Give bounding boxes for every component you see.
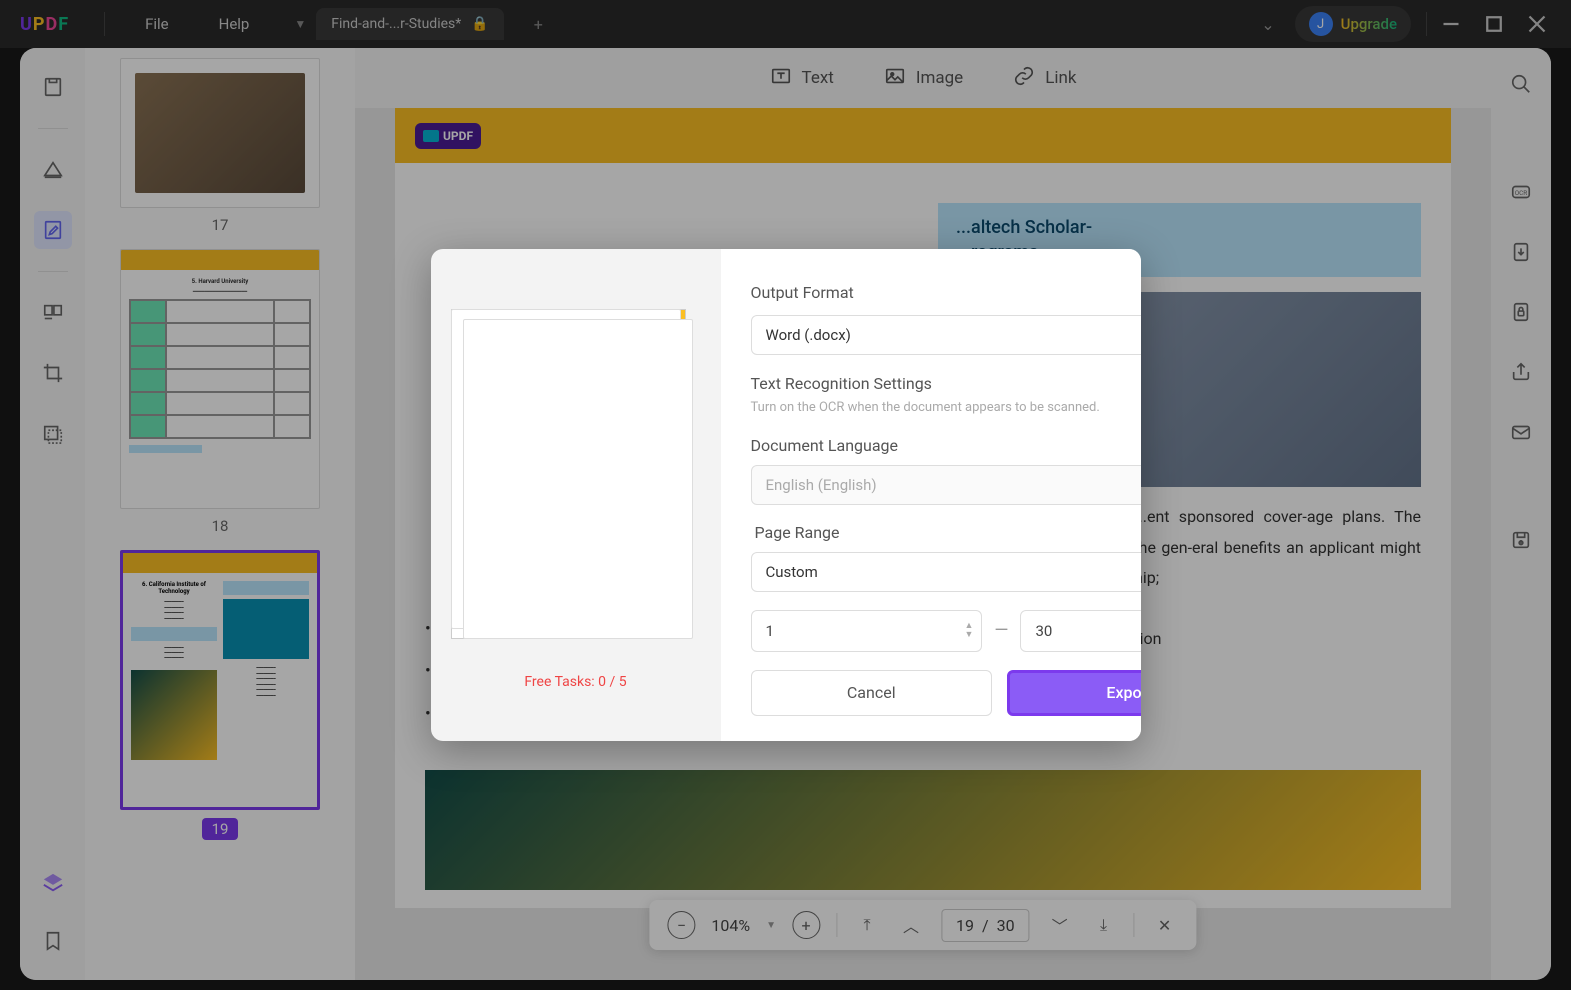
- ocr-label: Text Recognition Settings: [751, 374, 932, 393]
- range-dash: —: [994, 620, 1008, 641]
- range-to-input[interactable]: ▲▼: [1020, 610, 1140, 652]
- export-dialog: UPDF Find and Apply For the Best Institu…: [431, 249, 1141, 740]
- dialog-form: Output Format Word (.docx) ▼ Text Recogn…: [721, 249, 1141, 740]
- export-button[interactable]: Export: [1007, 670, 1141, 716]
- language-label: Document Language: [751, 436, 1141, 455]
- range-to-field[interactable]: [1035, 622, 1140, 640]
- range-from-input[interactable]: ▲▼: [751, 610, 983, 652]
- preview-stack: UPDF Find and Apply For the Best Institu…: [451, 309, 701, 659]
- select-value: Word (.docx): [766, 326, 851, 344]
- language-select[interactable]: English (English) ▼: [751, 465, 1141, 505]
- dialog-preview-panel: UPDF Find and Apply For the Best Institu…: [431, 249, 721, 740]
- modal-overlay: UPDF Find and Apply For the Best Institu…: [0, 0, 1571, 990]
- cancel-button[interactable]: Cancel: [751, 670, 992, 716]
- output-format-select[interactable]: Word (.docx) ▼: [751, 315, 1141, 355]
- select-value: English (English): [766, 476, 877, 494]
- page-range-select[interactable]: Custom ▼: [751, 552, 1141, 592]
- ocr-hint: Turn on the OCR when the document appear…: [751, 399, 1141, 417]
- select-value: Custom: [766, 563, 818, 581]
- free-tasks-label: Free Tasks: 0 / 5: [524, 674, 626, 690]
- spin-down-icon[interactable]: ▼: [965, 631, 974, 640]
- output-format-label: Output Format: [751, 283, 854, 302]
- page-range-label: Page Range: [755, 523, 1141, 542]
- range-from-field[interactable]: [766, 622, 965, 640]
